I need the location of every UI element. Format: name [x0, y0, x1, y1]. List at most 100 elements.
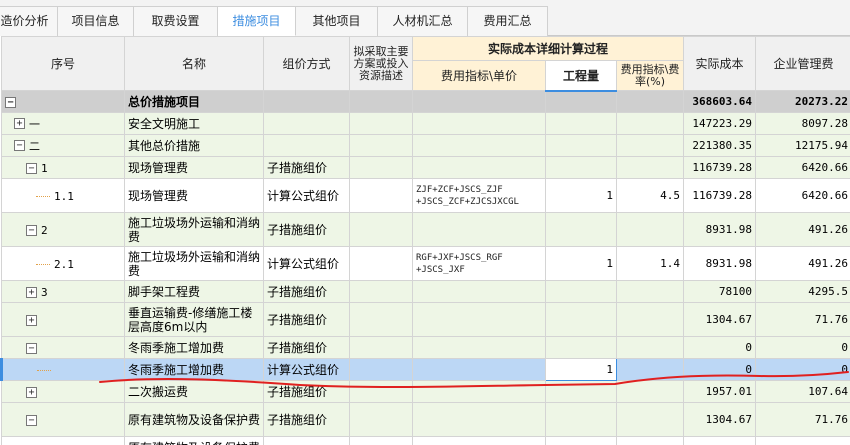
cell-plan[interactable]	[349, 380, 413, 403]
cell-name[interactable]: 原有建筑物及设备保护费	[124, 402, 264, 437]
table-row[interactable]: − 总价措施项目 368603.64 20273.22	[1, 90, 850, 113]
cell-name[interactable]: 原有建筑物及设备保护费	[124, 436, 264, 445]
cell-name[interactable]: 冬雨季施工增加费	[124, 358, 264, 381]
cell-plan[interactable]	[349, 246, 413, 281]
cell-rate[interactable]	[615, 358, 685, 381]
cell-mgmt-fee[interactable]: 6420.66	[755, 156, 850, 179]
cell-plan[interactable]	[349, 402, 413, 437]
cell-formula[interactable]	[412, 280, 546, 303]
collapse-toggle-icon[interactable]: −	[26, 224, 37, 236]
cell-rate[interactable]	[615, 156, 685, 179]
cell-actual-cost[interactable]: 1304.67	[683, 302, 757, 337]
cell-actual-cost[interactable]: 116739.28	[683, 178, 757, 213]
table-row[interactable]: − 二 其他总价措施 221380.35 12175.94	[1, 134, 850, 157]
cell-quantity-editing[interactable]: 1	[545, 358, 617, 381]
cell-rate[interactable]	[615, 336, 685, 359]
cell-plan[interactable]	[349, 134, 413, 157]
table-row[interactable]: + 二次搬运费 子措施组价 1957.01 107.64	[1, 380, 850, 403]
expand-toggle-icon[interactable]: +	[26, 386, 37, 398]
table-row[interactable]: − 原有建筑物及设备保护费 子措施组价 1304.67 71.76	[1, 402, 850, 437]
cell-mgmt-fee[interactable]	[755, 436, 850, 445]
cell-formula[interactable]: ZJF+ZCF+JSCS_ZJF +JSCS_ZCF+ZJCSJXCGL	[412, 178, 546, 213]
expand-toggle-icon[interactable]: +	[14, 118, 25, 129]
cell-method[interactable]: 子措施组价	[263, 156, 350, 179]
cell-quantity[interactable]	[545, 212, 617, 247]
cell-formula[interactable]	[412, 380, 546, 403]
cell-plan[interactable]	[349, 156, 413, 179]
table-row[interactable]: −2 施工垃圾场外运输和消纳费 子措施组价 8931.98 491.26	[1, 212, 850, 247]
cell-name[interactable]: 二次搬运费	[124, 380, 264, 403]
cell-actual-cost[interactable]: 221380.35	[683, 134, 757, 157]
cell-plan[interactable]	[349, 336, 413, 359]
cell-quantity[interactable]	[545, 402, 617, 437]
cell-mgmt-fee[interactable]: 0	[755, 358, 850, 381]
cell-quantity[interactable]	[545, 156, 617, 179]
cell-mgmt-fee[interactable]: 491.26	[755, 212, 850, 247]
cell-formula[interactable]	[412, 358, 546, 381]
cell-rate[interactable]: 4.5	[615, 178, 685, 213]
col-header-rate[interactable]: 费用指标\费率(%)	[615, 60, 685, 91]
cell-name[interactable]: 总价措施项目	[124, 90, 264, 113]
cell-actual-cost[interactable]: 78100	[683, 280, 757, 303]
col-header-mgmt-fee[interactable]: 企业管理费	[755, 36, 850, 91]
collapse-toggle-icon[interactable]: −	[5, 96, 16, 108]
cell-mgmt-fee[interactable]: 8097.28	[755, 112, 850, 135]
cell-name[interactable]: 脚手架工程费	[124, 280, 264, 303]
cell-formula[interactable]	[412, 336, 546, 359]
cell-formula[interactable]	[412, 156, 546, 179]
cell-method[interactable]: 计算公式组价	[263, 358, 350, 381]
cell-plan[interactable]	[349, 302, 413, 337]
table-row-selected[interactable]: 冬雨季施工增加费 计算公式组价 1 0 0	[0, 358, 850, 381]
cell-formula[interactable]	[412, 436, 546, 445]
cell-mgmt-fee[interactable]: 6420.66	[755, 178, 850, 213]
cell-actual-cost[interactable]	[683, 436, 757, 445]
cell-name[interactable]: 安全文明施工	[124, 112, 264, 135]
cell-method[interactable]	[263, 90, 350, 113]
cell-formula[interactable]	[412, 212, 546, 247]
cell-quantity[interactable]	[545, 112, 617, 135]
cell-quantity[interactable]	[545, 436, 617, 445]
cell-name[interactable]: 其他总价措施	[124, 134, 264, 157]
cell-name[interactable]: 现场管理费	[124, 156, 264, 179]
cell-actual-cost[interactable]: 1304.67	[683, 402, 757, 437]
table-row[interactable]: + 垂直运输费-修缮施工楼层高度6m以内 子措施组价 1304.67 71.76	[1, 302, 850, 337]
col-header-index-unit[interactable]: 费用指标\单价	[412, 60, 546, 91]
cell-quantity[interactable]	[545, 380, 617, 403]
table-row[interactable]: 1.1 现场管理费 计算公式组价 ZJF+ZCF+JSCS_ZJF +JSCS_…	[1, 178, 850, 213]
cell-method[interactable]: 计算公式组价	[263, 246, 350, 281]
cell-name[interactable]: 现场管理费	[124, 178, 264, 213]
cell-plan[interactable]	[349, 112, 413, 135]
cell-actual-cost[interactable]: 8931.98	[683, 246, 757, 281]
cell-plan[interactable]	[349, 280, 413, 303]
cell-rate[interactable]	[615, 402, 685, 437]
tab-labor-material-machine[interactable]: 人材机汇总	[378, 6, 468, 36]
tab-fee-settings[interactable]: 取费设置	[134, 6, 218, 36]
cell-quantity[interactable]	[545, 134, 617, 157]
cell-rate[interactable]	[615, 436, 685, 445]
col-header-actual-cost[interactable]: 实际成本	[683, 36, 757, 91]
cell-method[interactable]: 子措施组价	[263, 380, 350, 403]
cell-mgmt-fee[interactable]: 20273.22	[755, 90, 850, 113]
cell-method[interactable]: 子措施组价	[263, 336, 350, 359]
tab-cost-analysis[interactable]: 造价分析	[0, 6, 58, 36]
table-row[interactable]: 原有建筑物及设备保护费	[1, 436, 850, 445]
cell-method[interactable]: 子措施组价	[263, 280, 350, 303]
tab-other-items[interactable]: 其他项目	[296, 6, 378, 36]
cell-formula[interactable]	[412, 90, 546, 113]
cell-mgmt-fee[interactable]: 107.64	[755, 380, 850, 403]
cell-mgmt-fee[interactable]: 4295.5	[755, 280, 850, 303]
cell-mgmt-fee[interactable]: 0	[755, 336, 850, 359]
col-header-plan[interactable]: 拟采取主要方案或投入资源描述	[349, 36, 413, 91]
cell-quantity[interactable]	[545, 280, 617, 303]
cell-method[interactable]	[263, 134, 350, 157]
cell-rate[interactable]	[615, 212, 685, 247]
cell-plan[interactable]	[349, 436, 413, 445]
expand-toggle-icon[interactable]: +	[26, 286, 37, 298]
cell-formula[interactable]	[412, 302, 546, 337]
table-row[interactable]: + 一 安全文明施工 147223.29 8097.28	[1, 112, 850, 135]
cell-mgmt-fee[interactable]: 71.76	[755, 302, 850, 337]
col-header-seq[interactable]: 序号	[1, 36, 125, 91]
cell-plan[interactable]	[349, 358, 413, 381]
cell-rate[interactable]	[615, 302, 685, 337]
cell-actual-cost[interactable]: 0	[683, 358, 757, 381]
